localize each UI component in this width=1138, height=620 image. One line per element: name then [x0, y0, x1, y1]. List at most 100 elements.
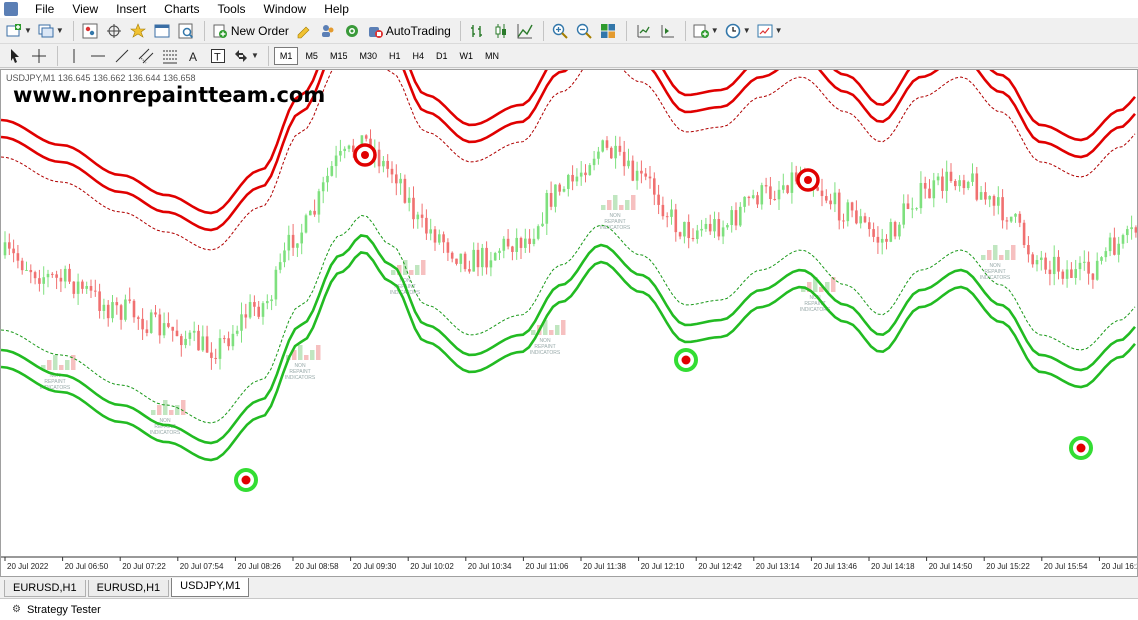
timeframe-m5[interactable]: M5	[300, 47, 323, 65]
equidistant-channel-tool[interactable]	[135, 45, 157, 67]
candle	[876, 236, 880, 243]
tab-eurusd-h1[interactable]: EURUSD,H1	[4, 580, 86, 597]
channel-icon	[138, 48, 154, 63]
candle	[476, 249, 480, 268]
candlestick-chart-button[interactable]	[490, 20, 512, 42]
indicator-label: INDICATORS	[530, 350, 561, 356]
candle	[304, 215, 308, 233]
candle	[115, 302, 119, 306]
indicator-block	[65, 360, 70, 370]
menu-view[interactable]: View	[63, 0, 107, 18]
strategy-tester-label[interactable]: Strategy Tester	[27, 604, 101, 616]
new-chart-button[interactable]: ▼	[4, 20, 34, 42]
toolbar-separator	[57, 45, 58, 66]
vertical-line-tool[interactable]	[63, 45, 85, 67]
candle	[192, 330, 196, 333]
menu-help[interactable]: Help	[315, 0, 358, 18]
market-watch-icon	[82, 23, 98, 38]
candle	[829, 200, 832, 205]
candle	[38, 278, 41, 284]
indicator-block	[304, 355, 309, 360]
candle	[842, 220, 845, 222]
candle	[85, 286, 88, 289]
metaeditor-button[interactable]	[293, 20, 315, 42]
menu-window[interactable]: Window	[255, 0, 316, 18]
menu-tools[interactable]: Tools	[209, 0, 255, 18]
autoscroll-button[interactable]	[656, 20, 678, 42]
candle	[231, 333, 235, 347]
candle	[42, 277, 45, 284]
candle	[489, 260, 493, 268]
candle	[442, 234, 445, 243]
trendline-tool[interactable]	[111, 45, 133, 67]
candle	[1117, 243, 1120, 255]
strategy-tester-button[interactable]	[175, 20, 197, 42]
indicator-block	[421, 260, 426, 275]
zoom-in-button[interactable]	[549, 20, 571, 42]
fibonacci-tool[interactable]	[159, 45, 181, 67]
market-button[interactable]	[341, 20, 363, 42]
timeframe-m15[interactable]: M15	[325, 47, 353, 65]
chart-window[interactable]: NON REPAINT INDICATORS NON REPAINT INDICATORS…	[0, 69, 1138, 577]
candle	[1001, 197, 1004, 221]
horizontal-line-tool[interactable]	[87, 45, 109, 67]
indicators-button[interactable]: ▼	[691, 20, 721, 42]
chart-shift-button[interactable]	[632, 20, 654, 42]
candle	[868, 222, 871, 230]
timeframe-m1[interactable]: M1	[273, 46, 299, 65]
navigator-button[interactable]	[127, 20, 149, 42]
tab-eurusd-h1-2[interactable]: EURUSD,H1	[87, 580, 170, 597]
menu-file[interactable]: File	[26, 0, 63, 18]
candle	[911, 208, 914, 210]
candle	[872, 229, 875, 237]
timeframe-w1[interactable]: W1	[455, 47, 479, 65]
candle	[468, 269, 471, 272]
timeframe-h4[interactable]: H4	[408, 47, 430, 65]
candle	[8, 242, 11, 249]
settings-icon[interactable]: ⚙	[12, 604, 21, 615]
data-window-button[interactable]	[103, 20, 125, 42]
time-label: 20 Jul 15:54	[1044, 562, 1088, 571]
arrows-tool[interactable]: ▼	[231, 45, 261, 67]
periods-button[interactable]: ▼	[723, 20, 753, 42]
crosshair-tool[interactable]	[28, 45, 50, 67]
candle	[1083, 261, 1086, 263]
timeframe-d1[interactable]: D1	[431, 47, 453, 65]
market-watch-button[interactable]	[79, 20, 101, 42]
line-chart-button[interactable]	[514, 20, 536, 42]
bar-chart-button[interactable]	[466, 20, 488, 42]
indicator-block	[999, 255, 1004, 260]
text-tool[interactable]: A	[183, 45, 205, 67]
toolbar-separator	[72, 20, 74, 41]
timeframe-mn[interactable]: MN	[480, 47, 504, 65]
price-chart[interactable]: NONREPAINTINDICATORSNONREPAINTINDICATORS…	[1, 70, 1138, 577]
candle	[1100, 257, 1103, 261]
candle	[1074, 269, 1077, 278]
templates-button[interactable]: ▼	[755, 20, 785, 42]
terminal-button[interactable]	[151, 20, 173, 42]
text-label-icon: T	[211, 48, 225, 63]
candle	[1018, 213, 1022, 223]
candle	[558, 184, 561, 192]
timeframe-h1[interactable]: H1	[384, 47, 406, 65]
candle	[648, 176, 652, 179]
menu-charts[interactable]: Charts	[155, 0, 208, 18]
tab-usdjpy-m1[interactable]: USDJPY,M1	[171, 578, 250, 597]
candle	[223, 338, 226, 340]
profiles-button[interactable]: ▼	[36, 20, 66, 42]
candle	[997, 197, 1000, 206]
text-label-tool[interactable]: T	[207, 45, 229, 67]
menu-insert[interactable]: Insert	[107, 0, 155, 18]
candle	[438, 234, 441, 243]
tile-windows-button[interactable]	[597, 20, 619, 42]
zoom-out-button[interactable]	[573, 20, 595, 42]
cursor-tool[interactable]	[4, 45, 26, 67]
candle	[592, 158, 596, 166]
candle	[928, 188, 931, 199]
candle	[726, 224, 729, 228]
new-order-button[interactable]: New Order	[210, 20, 291, 42]
timeframe-m30[interactable]: M30	[354, 47, 382, 65]
signals-button[interactable]	[317, 20, 339, 42]
autotrading-button[interactable]: AutoTrading	[365, 20, 453, 42]
candle	[1130, 227, 1133, 230]
